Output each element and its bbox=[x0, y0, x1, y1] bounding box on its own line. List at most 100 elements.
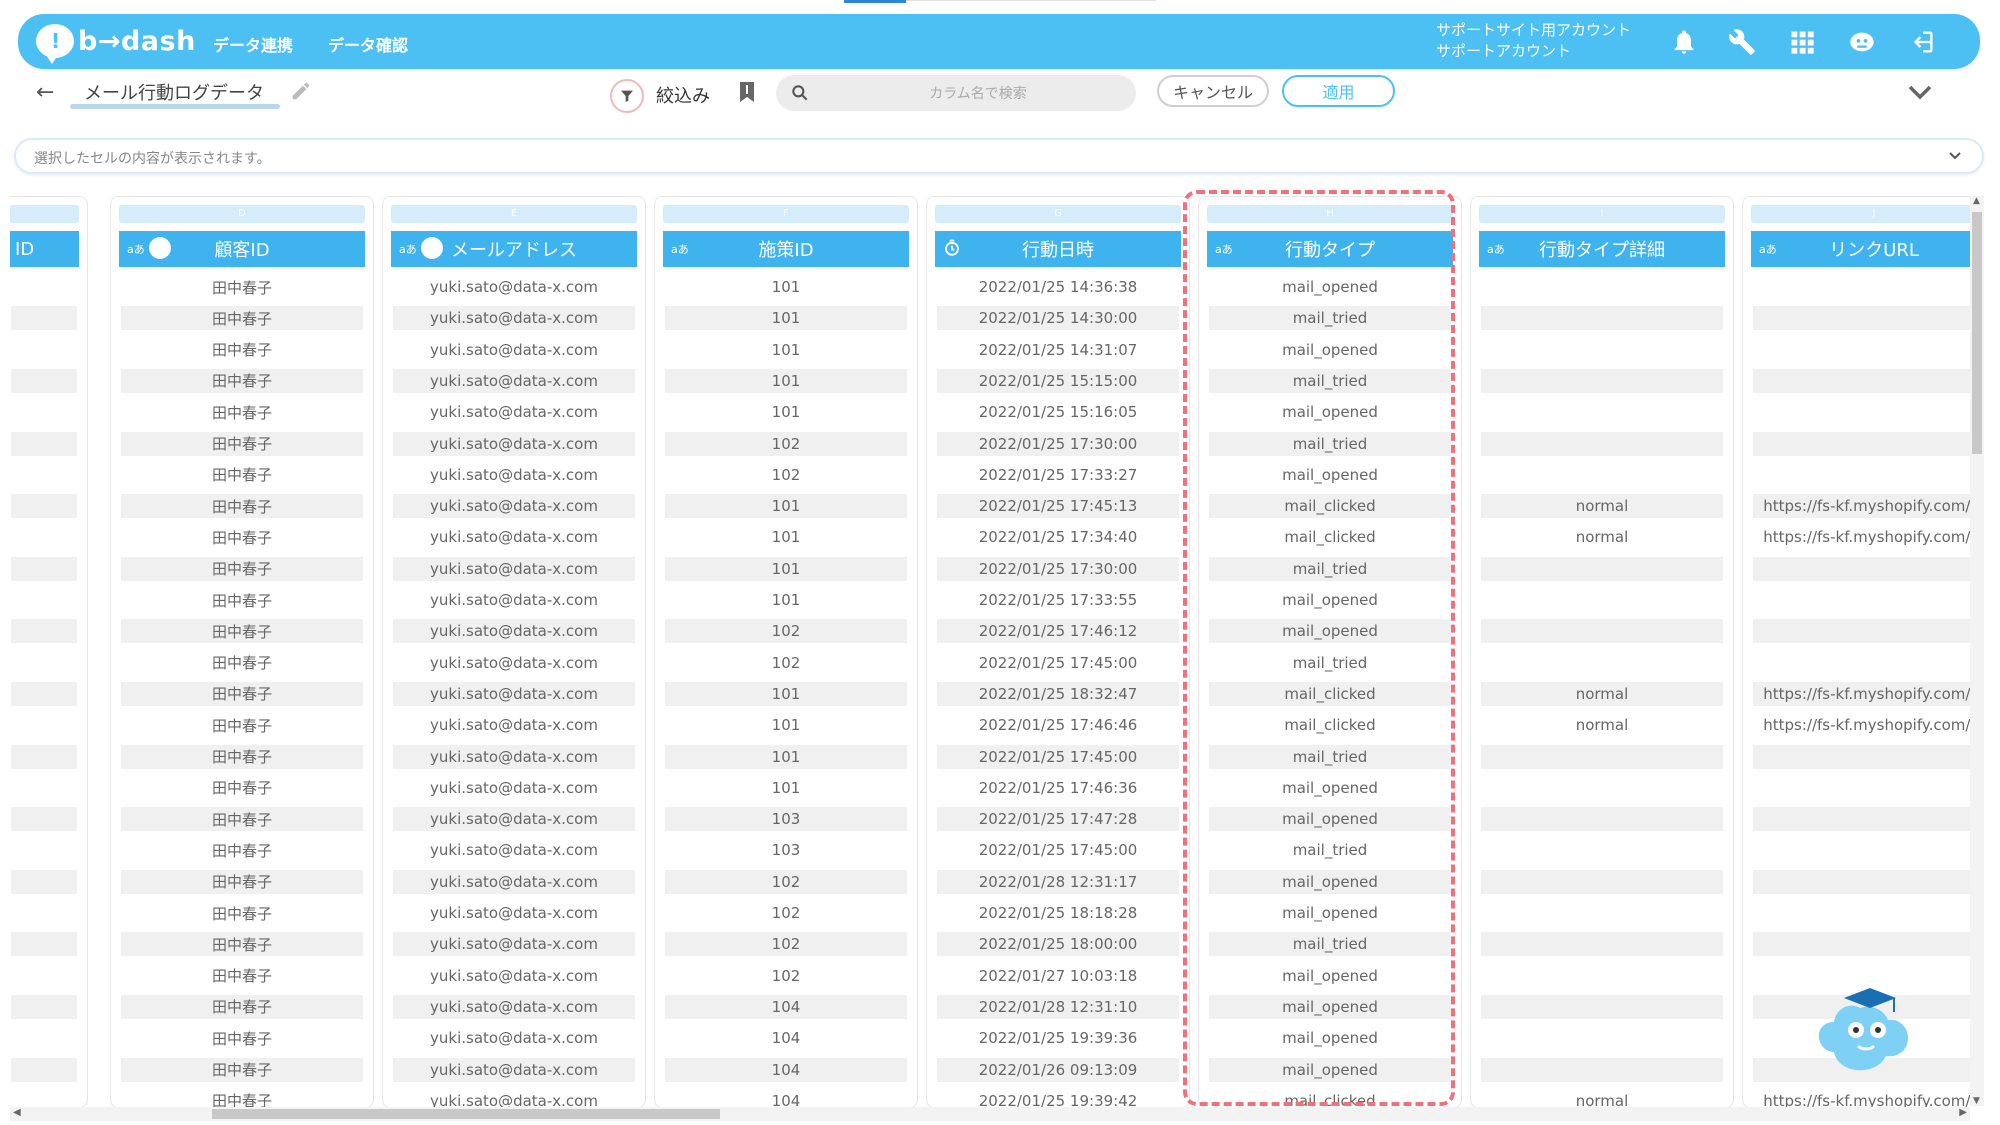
column-header-customer-id[interactable]: aあ 顧客ID bbox=[119, 231, 365, 267]
scroll-left-arrow-icon[interactable]: ◀ bbox=[13, 1107, 21, 1118]
cell-email-address[interactable]: yuki.sato@data-x.com bbox=[393, 275, 635, 299]
cell-action-type-detail[interactable] bbox=[1481, 776, 1723, 800]
cell-action-type[interactable]: mail_tried bbox=[1209, 744, 1451, 769]
cell-action-type-detail[interactable] bbox=[1481, 651, 1723, 675]
cell-action-type-detail[interactable] bbox=[1481, 1026, 1723, 1050]
cell-link-url[interactable]: https://fs-kf.myshopify.com/... bbox=[1753, 1089, 1970, 1108]
scroll-down-arrow-icon[interactable]: ▼ bbox=[1973, 1096, 1980, 1106]
cell-action-datetime[interactable]: 2022/01/25 17:34:40 bbox=[937, 525, 1179, 549]
column-header-campaign-id[interactable]: aあ 施策ID bbox=[663, 231, 909, 267]
cell-link-url[interactable] bbox=[1753, 901, 1970, 925]
column-letter[interactable]: F bbox=[663, 205, 909, 223]
cell-action-type[interactable]: mail_opened bbox=[1209, 964, 1451, 988]
cell-action-datetime[interactable]: 2022/01/25 17:46:12 bbox=[937, 619, 1179, 644]
cell-campaign-id[interactable]: 102 bbox=[665, 932, 907, 957]
cell-email-address[interactable]: yuki.sato@data-x.com bbox=[393, 400, 635, 424]
cell-id[interactable] bbox=[11, 1057, 77, 1082]
cell-id[interactable] bbox=[11, 1089, 77, 1108]
cell-action-datetime[interactable]: 2022/01/25 17:33:27 bbox=[937, 463, 1179, 487]
cell-link-url[interactable] bbox=[1753, 619, 1970, 644]
cell-action-type-detail[interactable] bbox=[1481, 838, 1723, 862]
bdash-logo[interactable]: ! b→dash bbox=[36, 22, 196, 64]
cell-action-type[interactable]: mail_opened bbox=[1209, 994, 1451, 1019]
cell-action-type-detail[interactable] bbox=[1481, 588, 1723, 612]
cell-campaign-id[interactable]: 102 bbox=[665, 964, 907, 988]
cell-action-type-detail[interactable]: normal bbox=[1481, 525, 1723, 549]
column-search-input[interactable] bbox=[836, 79, 1120, 109]
cell-campaign-id[interactable]: 102 bbox=[665, 901, 907, 925]
column-letter[interactable] bbox=[10, 205, 79, 223]
cell-id[interactable] bbox=[11, 525, 77, 549]
back-arrow-icon[interactable]: ← bbox=[36, 80, 54, 105]
cell-action-type-detail[interactable] bbox=[1481, 275, 1723, 299]
cell-id[interactable] bbox=[11, 275, 77, 299]
cell-email-address[interactable]: yuki.sato@data-x.com bbox=[393, 713, 635, 737]
cell-customer-id[interactable]: 田中春子 bbox=[121, 275, 363, 299]
cell-email-address[interactable]: yuki.sato@data-x.com bbox=[393, 338, 635, 362]
cell-action-type-detail[interactable] bbox=[1481, 901, 1723, 925]
cell-id[interactable] bbox=[11, 807, 77, 832]
apps-grid-icon[interactable] bbox=[1786, 26, 1818, 58]
cell-customer-id[interactable]: 田中春子 bbox=[121, 588, 363, 612]
cell-id[interactable] bbox=[11, 838, 77, 862]
cell-action-datetime[interactable]: 2022/01/27 10:03:18 bbox=[937, 964, 1179, 988]
cell-campaign-id[interactable]: 101 bbox=[665, 368, 907, 393]
cancel-button[interactable]: キャンセル bbox=[1157, 75, 1269, 107]
vertical-scrollbar[interactable]: ▲ ▼ bbox=[1970, 196, 1984, 1106]
cell-campaign-id[interactable]: 102 bbox=[665, 463, 907, 487]
cell-action-type[interactable]: mail_opened bbox=[1209, 901, 1451, 925]
cell-customer-id[interactable]: 田中春子 bbox=[121, 619, 363, 644]
cell-id[interactable] bbox=[11, 713, 77, 737]
cell-email-address[interactable]: yuki.sato@data-x.com bbox=[393, 932, 635, 957]
vertical-scroll-thumb[interactable] bbox=[1972, 212, 1982, 454]
pencil-edit-icon[interactable] bbox=[290, 80, 312, 102]
cell-link-url[interactable]: https://fs-kf.myshopify.com/... bbox=[1753, 525, 1970, 549]
cell-email-address[interactable]: yuki.sato@data-x.com bbox=[393, 744, 635, 769]
cell-action-type-detail[interactable] bbox=[1481, 932, 1723, 957]
cell-action-datetime[interactable]: 2022/01/25 17:46:36 bbox=[937, 776, 1179, 800]
cell-email-address[interactable]: yuki.sato@data-x.com bbox=[393, 807, 635, 832]
wrench-icon[interactable] bbox=[1726, 26, 1758, 58]
cell-action-type[interactable]: mail_opened bbox=[1209, 338, 1451, 362]
cell-campaign-id[interactable]: 101 bbox=[665, 525, 907, 549]
cell-link-url[interactable] bbox=[1753, 306, 1970, 331]
cell-action-type-detail[interactable]: normal bbox=[1481, 713, 1723, 737]
cell-action-type-detail[interactable] bbox=[1481, 1057, 1723, 1082]
cell-action-datetime[interactable]: 2022/01/25 17:45:00 bbox=[937, 838, 1179, 862]
cell-action-type[interactable]: mail_opened bbox=[1209, 588, 1451, 612]
cell-link-url[interactable] bbox=[1753, 869, 1970, 894]
cell-id[interactable] bbox=[11, 651, 77, 675]
cell-customer-id[interactable]: 田中春子 bbox=[121, 651, 363, 675]
cell-id[interactable] bbox=[11, 400, 77, 424]
cell-action-datetime[interactable]: 2022/01/25 18:18:28 bbox=[937, 901, 1179, 925]
cell-action-type[interactable]: mail_opened bbox=[1209, 807, 1451, 832]
cell-link-url[interactable] bbox=[1753, 776, 1970, 800]
cell-link-url[interactable]: https://fs-kf.myshopify.com/... bbox=[1753, 713, 1970, 737]
cell-link-url[interactable] bbox=[1753, 838, 1970, 862]
cell-campaign-id[interactable]: 102 bbox=[665, 431, 907, 456]
cell-action-type-detail[interactable] bbox=[1481, 431, 1723, 456]
cell-link-url[interactable] bbox=[1753, 651, 1970, 675]
chevron-down-icon[interactable] bbox=[1906, 82, 1934, 102]
cell-action-type-detail[interactable] bbox=[1481, 338, 1723, 362]
cell-campaign-id[interactable]: 101 bbox=[665, 494, 907, 519]
cell-link-url[interactable] bbox=[1753, 932, 1970, 957]
cell-id[interactable] bbox=[11, 869, 77, 894]
bookmark-icon[interactable] bbox=[738, 80, 756, 104]
cell-id[interactable] bbox=[11, 463, 77, 487]
cell-action-datetime[interactable]: 2022/01/25 14:36:38 bbox=[937, 275, 1179, 299]
cell-link-url[interactable] bbox=[1753, 431, 1970, 456]
cell-action-type[interactable]: mail_clicked bbox=[1209, 525, 1451, 549]
column-header-action-datetime[interactable]: 行動日時 bbox=[935, 231, 1181, 267]
cell-email-address[interactable]: yuki.sato@data-x.com bbox=[393, 869, 635, 894]
cell-email-address[interactable]: yuki.sato@data-x.com bbox=[393, 463, 635, 487]
cell-campaign-id[interactable]: 101 bbox=[665, 400, 907, 424]
cell-email-address[interactable]: yuki.sato@data-x.com bbox=[393, 964, 635, 988]
cell-link-url[interactable] bbox=[1753, 744, 1970, 769]
cell-customer-id[interactable]: 田中春子 bbox=[121, 932, 363, 957]
cell-campaign-id[interactable]: 102 bbox=[665, 619, 907, 644]
column-letter[interactable]: H bbox=[1207, 205, 1453, 223]
cell-campaign-id[interactable]: 104 bbox=[665, 1057, 907, 1082]
cell-action-datetime[interactable]: 2022/01/25 17:45:13 bbox=[937, 494, 1179, 519]
horizontal-scroll-thumb[interactable] bbox=[212, 1109, 720, 1119]
